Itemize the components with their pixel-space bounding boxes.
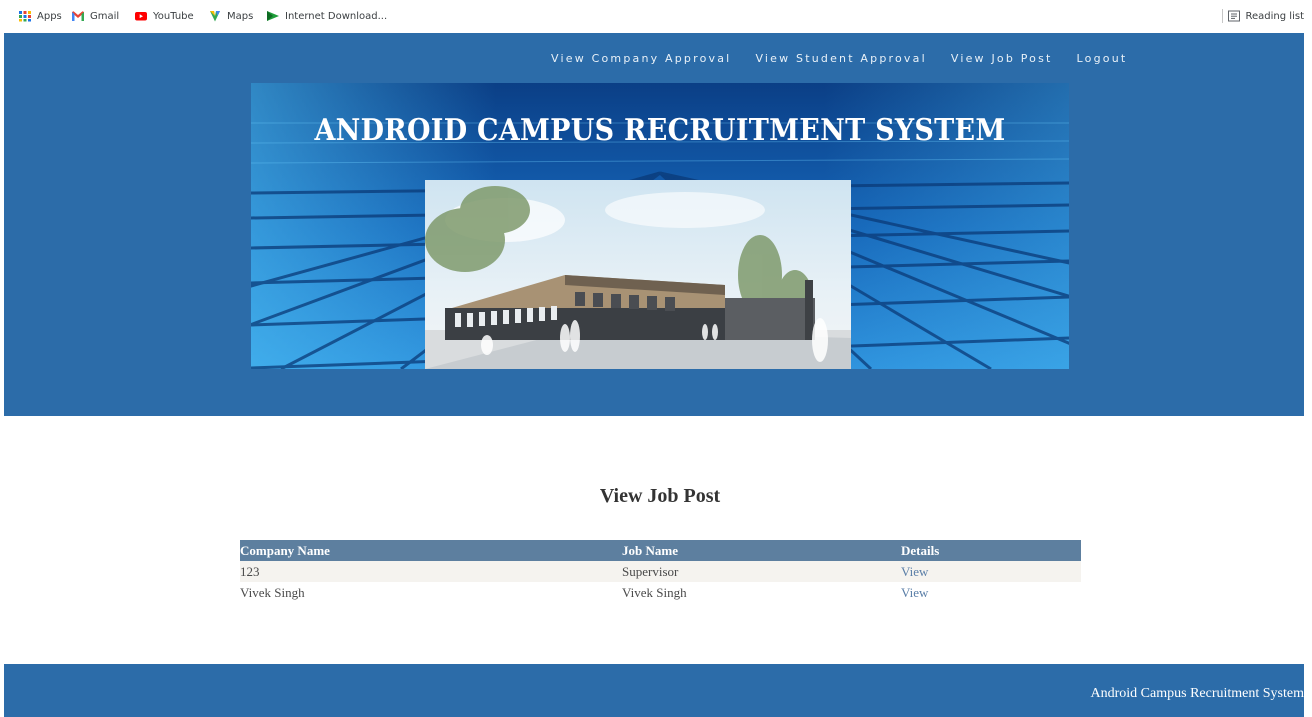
bookmark-gmail-label: Gmail [90, 10, 120, 22]
cell-company-name: Vivek Singh [240, 582, 622, 603]
view-details-link[interactable]: View [901, 561, 1081, 582]
column-header-details: Details [901, 540, 1081, 561]
nav-view-student-approval[interactable]: View Student Approval [755, 52, 926, 65]
reading-list-icon [1227, 10, 1241, 22]
banner-title: ANDROID CAMPUS RECRUITMENT SYSTEM [314, 113, 1006, 148]
campus-building-image [425, 180, 851, 369]
cell-company-name: 123 [240, 561, 622, 582]
cell-job-name: Supervisor [622, 561, 901, 582]
view-details-link[interactable]: View [901, 582, 1081, 603]
bookmark-youtube[interactable]: YouTube [134, 8, 194, 24]
bookmark-maps[interactable]: Maps [208, 8, 253, 24]
bookmark-internet-download[interactable]: Internet Download... [266, 8, 387, 24]
site-footer: Android Campus Recruitment System [4, 664, 1304, 717]
nav-view-company-approval[interactable]: View Company Approval [551, 52, 731, 65]
bookmark-apps-label: Apps [37, 10, 62, 22]
reading-list-label: Reading list [1245, 10, 1304, 22]
bookmark-apps[interactable]: Apps [18, 8, 62, 24]
column-header-job-name: Job Name [622, 540, 901, 561]
footer-text: Android Campus Recruitment System [1090, 686, 1304, 701]
maps-icon [208, 10, 222, 22]
nav-view-job-post[interactable]: View Job Post [951, 52, 1053, 65]
table-header-row: Company Name Job Name Details [240, 540, 1081, 561]
cell-job-name: Vivek Singh [622, 582, 901, 603]
page-title: View Job Post [599, 485, 721, 507]
site-header: View Company Approval View Student Appro… [4, 33, 1304, 416]
bookmark-maps-label: Maps [227, 10, 254, 22]
main-nav: View Company Approval View Student Appro… [551, 52, 1127, 65]
header-banner: ANDROID CAMPUS RECRUITMENT SYSTEM [251, 83, 1069, 369]
bookmark-youtube-label: YouTube [153, 10, 194, 22]
reading-list-button[interactable]: Reading list [1227, 8, 1304, 24]
bookmarks-bar: Apps Gmail YouTube Maps Internet Downloa… [0, 0, 1312, 32]
table-row: 123 Supervisor View [240, 561, 1081, 582]
job-post-table: Company Name Job Name Details 123 Superv… [240, 540, 1081, 603]
table-row: Vivek Singh Vivek Singh View [240, 582, 1081, 603]
idm-icon [266, 10, 280, 22]
column-header-company-name: Company Name [240, 540, 622, 561]
bookmarks-separator [1222, 9, 1223, 23]
gmail-icon [71, 10, 85, 22]
bookmark-gmail[interactable]: Gmail [71, 8, 119, 24]
youtube-icon [134, 10, 148, 22]
apps-grid-icon [18, 10, 32, 22]
bookmark-internet-download-label: Internet Download... [285, 10, 388, 22]
nav-logout[interactable]: Logout [1077, 52, 1128, 65]
